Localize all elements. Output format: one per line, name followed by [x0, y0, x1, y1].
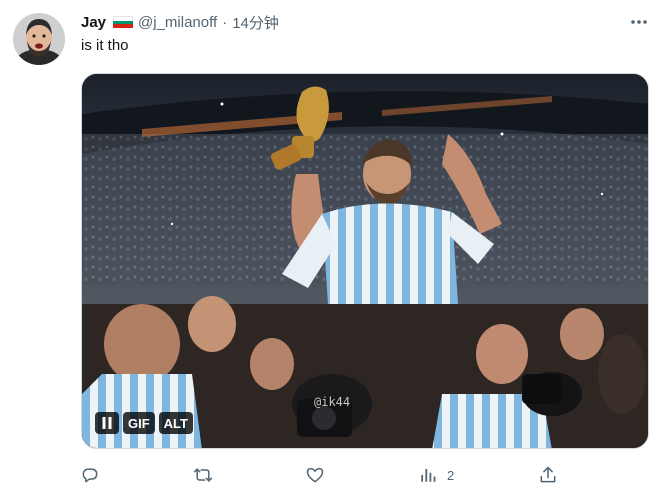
alt-badge[interactable]: ALT: [158, 412, 193, 434]
share-icon: [540, 466, 556, 483]
timestamp[interactable]: 14分钟: [232, 12, 279, 33]
retweet-icon: [193, 468, 213, 482]
more-icon: [631, 20, 647, 24]
user-handle[interactable]: @j_milanoff: [138, 14, 217, 31]
more-button[interactable]: [626, 11, 652, 33]
avatar[interactable]: [13, 13, 65, 65]
views-icon: [421, 469, 436, 482]
gif-badge: GIF: [123, 412, 155, 434]
bulgaria-flag-icon: [113, 16, 134, 29]
heart-icon: [306, 468, 324, 483]
pause-button[interactable]: [95, 412, 119, 434]
separator-dot: ·: [222, 13, 228, 31]
retweet-button[interactable]: [192, 461, 214, 489]
tweet-actions: 2: [80, 461, 560, 489]
views-button[interactable]: 2: [419, 461, 454, 489]
share-button[interactable]: [538, 461, 558, 489]
avatar-image: [13, 13, 65, 65]
gif-watermark: @ik44: [314, 395, 350, 409]
reply-button[interactable]: [80, 461, 100, 489]
gif-media[interactable]: @ik44 GIF ALT: [81, 73, 649, 449]
gif-controls: GIF ALT: [95, 412, 193, 434]
tweet-text: is it tho: [81, 37, 129, 54]
display-name[interactable]: Jay: [81, 14, 106, 31]
tweet-header: Jay @j_milanoff · 14分钟: [81, 11, 279, 33]
views-count: 2: [447, 467, 455, 483]
gif-frame: @ik44: [82, 74, 648, 448]
pause-icon: [102, 417, 112, 429]
like-button[interactable]: [305, 461, 325, 489]
reply-icon: [82, 468, 98, 483]
